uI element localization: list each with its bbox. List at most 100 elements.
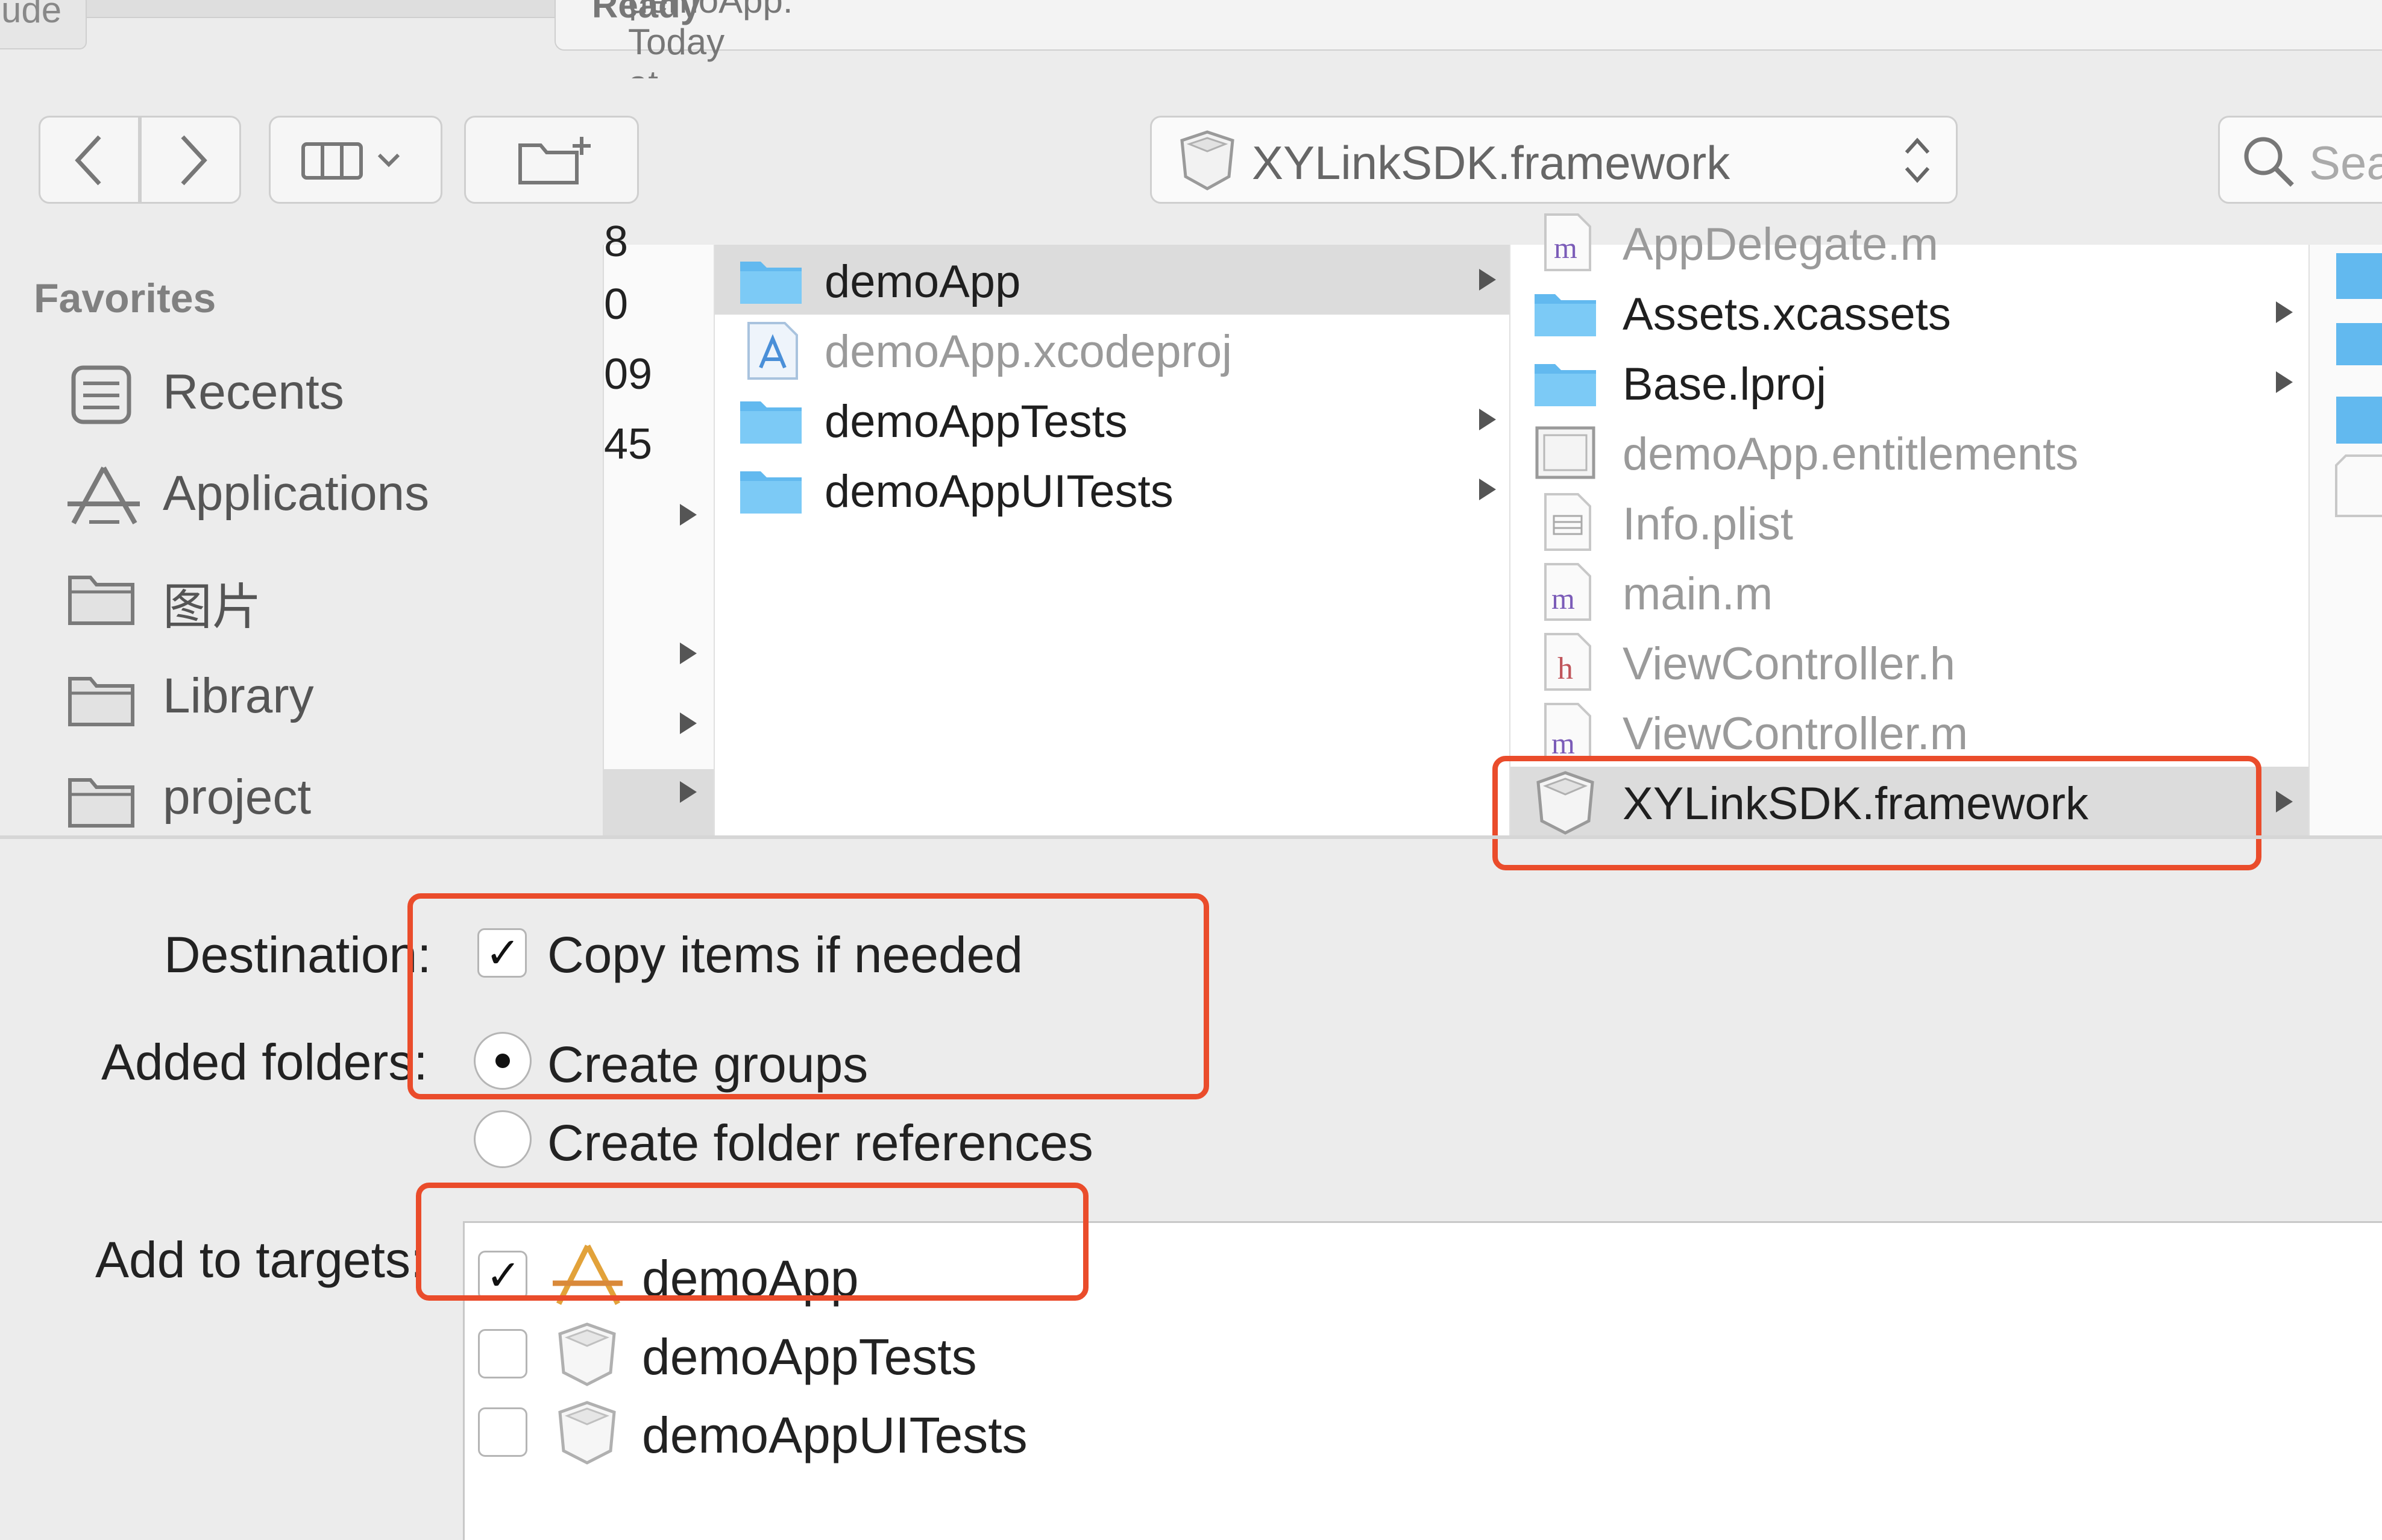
item-name: ViewController.m [1623,708,1969,759]
highlight-destination-options [407,893,1209,1099]
updown-chevron-icon [1905,137,1930,183]
column0-fragment: 0 [604,280,629,328]
chevron-left-icon [75,135,101,186]
sidebar-item-label: project [163,770,312,825]
list-item[interactable]: demoAppUITests [715,454,1510,524]
added-folders-label: Added folders: [101,1034,428,1090]
disclosure-arrow-icon[interactable] [680,504,697,526]
test-bundle-icon [558,1322,616,1386]
sidebar-item-applications[interactable]: Applications [0,445,603,535]
plist-icon [1544,493,1591,551]
sidebar-heading: Favorites [34,275,216,321]
list-item[interactable]: h ViewController.h [1510,627,2310,697]
target-checkbox-demoapptests[interactable] [478,1329,527,1378]
column-view-icon [301,142,400,180]
disclosure-arrow-icon [1479,269,1496,291]
new-folder-button[interactable] [464,116,639,204]
browser-column-1[interactable]: demoApp demoApp.xcodeproj demoAppTests d… [714,245,1510,835]
chevron-right-icon [181,135,207,186]
item-name: demoAppUITests [825,466,1174,517]
sidebar-item-label: Recents [163,365,344,420]
selected-row[interactable] [604,769,715,835]
recents-icon [71,365,131,424]
partial-icons [2335,253,2382,517]
item-name: Assets.xcassets [1623,289,1951,340]
folder-icon [740,401,802,444]
sidebar-item-label: Applications [163,466,430,521]
column0-fragment: 8 [604,218,629,266]
item-name: demoAppTests [825,396,1128,447]
sidebar-item-project[interactable]: project [0,749,603,839]
target-name: demoAppTests [642,1328,977,1385]
list-item[interactable]: demoAppTests [715,385,1510,454]
search-placeholder: Sea [2309,136,2382,189]
h-file-icon: h [1544,633,1591,691]
title-left-control[interactable]: ude [0,0,87,49]
xcodeproj-icon [747,322,798,380]
location-label: XYLinkSDK.framework [1252,136,1730,189]
folder-icon [740,471,802,514]
forward-button[interactable] [140,116,241,204]
location-popup[interactable]: XYLinkSDK.framework [1150,116,1958,204]
browser-column-3[interactable] [2308,245,2382,835]
item-name: demoApp.xcodeproj [825,326,1232,377]
list-item[interactable]: m main.m [1510,557,2310,627]
disclosure-arrow-icon[interactable] [680,781,697,803]
new-folder-icon [518,137,591,184]
activity-status-text: demoApp: Ready | Today at 2:20 PM [592,0,793,187]
back-button[interactable] [39,116,140,204]
column0-fragment: 09 [604,350,653,398]
folder-icon [68,677,134,726]
list-item[interactable]: demoApp.xcodeproj [715,315,1510,385]
target-name: demoAppUITests [642,1407,1028,1463]
test-bundle-icon [558,1401,616,1465]
list-item[interactable]: m AppDelegate.m [1510,207,2310,277]
list-item[interactable]: Info.plist [1510,487,2310,557]
disclosure-arrow-icon [2276,791,2293,812]
add-to-targets-label: Add to targets: [95,1231,425,1288]
folder-icon [740,262,802,304]
svg-text:m: m [1554,231,1577,265]
disclosure-arrow-icon [2276,371,2293,393]
disclosure-arrow-icon[interactable] [680,712,697,734]
m-file-icon: m [1544,213,1591,271]
disclosure-arrow-icon[interactable] [680,643,697,664]
folder-icon [1535,364,1596,406]
m-file-icon: m [1544,703,1591,761]
sidebar-item-library[interactable]: Library [0,647,603,738]
sidebar-item-label: Library [163,668,314,723]
browser-column-0[interactable]: 8 0 09 45 [603,218,715,835]
disclosure-arrow-icon [1479,479,1496,500]
list-item[interactable]: demoApp.entitlements [1510,417,2310,487]
disclosure-arrow-icon [2276,301,2293,323]
sidebar-item-recents[interactable]: Recents [0,344,603,434]
view-options-button[interactable] [269,116,442,204]
svg-text:m: m [1551,726,1575,760]
item-name: ViewController.h [1623,638,1956,690]
folder-icon [68,576,134,625]
create-folder-references-radio[interactable] [474,1110,532,1168]
sidebar: Favorites Recents Applications 图片 Librar… [0,245,603,835]
item-name: main.m [1623,568,1773,620]
title-left-text: ude [1,0,62,30]
search-field[interactable]: Sea [2218,116,2382,204]
svg-text:m: m [1551,582,1575,615]
item-name: AppDelegate.m [1623,219,1938,270]
create-folder-references-label[interactable]: Create folder references [547,1114,1093,1172]
list-item[interactable]: Assets.xcassets [1510,277,2310,347]
browser-column-2[interactable]: m AppDelegate.m Assets.xcassets Base.lpr… [1509,213,2310,837]
target-checkbox-demoappuitests[interactable] [478,1407,527,1457]
sidebar-item-pictures[interactable]: 图片 [0,546,603,636]
list-item[interactable]: Base.lproj [1510,347,2310,417]
item-name: Base.lproj [1623,359,1826,410]
item-name: demoApp [825,256,1021,307]
item-name: demoApp.entitlements [1623,429,2079,480]
highlight-framework [1492,756,2261,870]
activity-status: demoApp: Ready | Today at 2:20 PM [555,0,2382,187]
list-item[interactable]: demoApp [715,245,1510,315]
highlight-targets [416,1183,1089,1301]
item-name: Info.plist [1623,498,1794,550]
folder-icon [1535,294,1596,336]
sidebar-item-label: 图片 [163,580,262,635]
column0-fragment: 45 [604,420,653,468]
